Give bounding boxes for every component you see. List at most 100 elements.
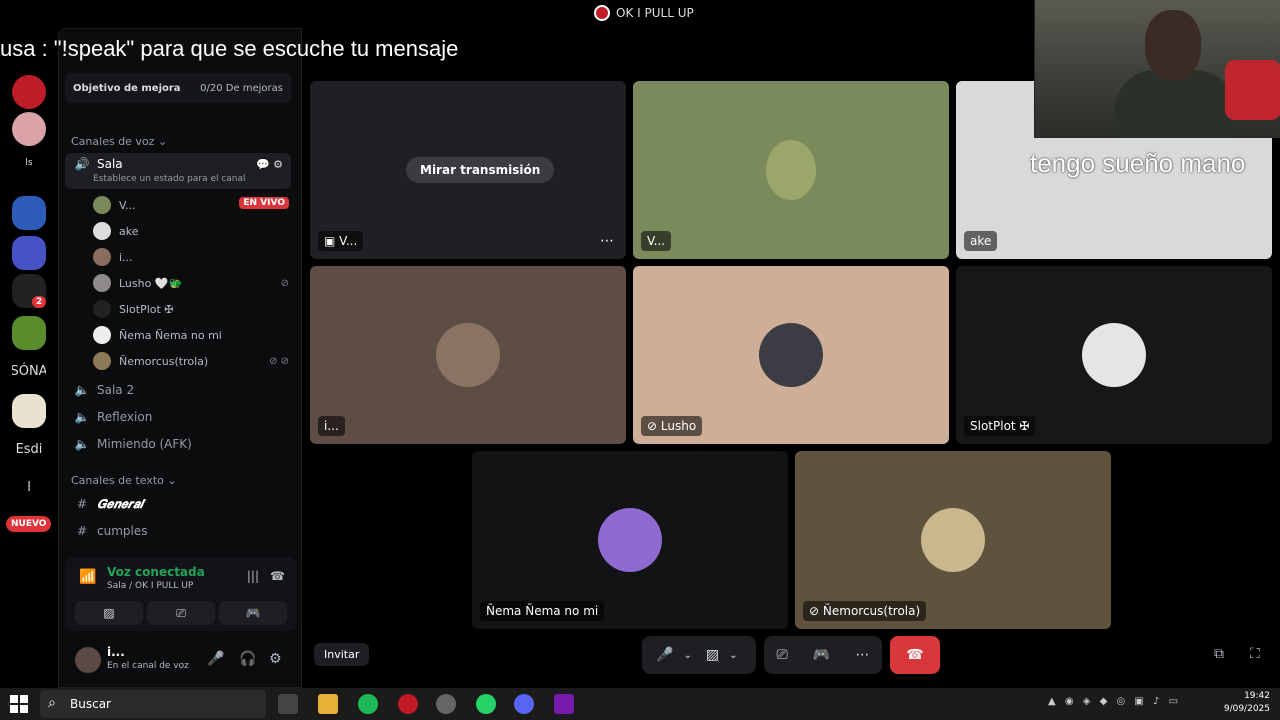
mic-video-controls: 🎤 ⌄ ▨ ⌄ (642, 636, 756, 674)
voice-member[interactable]: ake (93, 219, 289, 243)
signal-icon: 📶 (79, 569, 97, 585)
server-folder-icon[interactable] (12, 236, 46, 270)
activity-button[interactable]: 🎮 (219, 601, 287, 625)
file-explorer-icon[interactable] (318, 694, 338, 714)
noise-suppression-icon[interactable]: ||| (247, 569, 259, 583)
server-icon-rainbow[interactable] (12, 196, 46, 230)
participant-tile[interactable]: SlotPlot ✠ (956, 266, 1272, 444)
voice-member[interactable]: Lusho 🤍🐲 ⊘ (93, 271, 289, 295)
invite-button[interactable]: Invitar (314, 643, 370, 666)
participant-tile[interactable]: i... (310, 266, 626, 444)
boost-goal[interactable]: Objetivo de mejora 0/20 De mejoras (65, 73, 291, 103)
voice-member[interactable]: i... (93, 245, 289, 269)
member-name: SlotPlot ✠ (119, 302, 174, 316)
tile-name: Lusho (660, 419, 697, 433)
member-name: V... (119, 198, 136, 212)
stream-icon: ▣ (324, 234, 336, 248)
person-body (1115, 70, 1235, 138)
server-icon-esdi[interactable]: Esdi (12, 432, 46, 466)
voice-category[interactable]: Canales de voz ⌄ (71, 135, 167, 148)
headphones-icon[interactable]: 🎧 (239, 651, 256, 667)
participant-tile[interactable]: ⊘ Lusho (633, 266, 949, 444)
clock-time: 19:42 (1244, 691, 1270, 701)
participant-tile[interactable]: ⊘ Ñemorcus(trola) (795, 451, 1111, 629)
participant-tile[interactable]: Ñema Ñema no mi (472, 451, 788, 629)
voice-channel-sala-2[interactable]: 🔈 Sala 2 (65, 377, 291, 403)
participant-avatar (759, 323, 823, 387)
chatgpt-icon[interactable] (436, 694, 456, 714)
screen-share-icon[interactable]: ⎚ (777, 647, 788, 663)
server-icon-pig[interactable] (12, 112, 46, 146)
stream-tile[interactable]: Mirar transmisión ▣ V... ⋯ (310, 81, 626, 259)
voice-status-subtitle[interactable]: Sala / OK I PULL UP (107, 581, 193, 591)
spotify-icon[interactable] (358, 694, 378, 714)
search-icon: ⌕ (48, 695, 56, 711)
deafened-icon: ⊘ (809, 604, 820, 618)
microphone-icon[interactable]: 🎤 (656, 647, 673, 663)
watch-stream-button[interactable]: Mirar transmisión (406, 157, 555, 183)
text-category[interactable]: Canales de texto ⌄ (71, 474, 177, 487)
voice-member[interactable]: V... EN VIVO (93, 193, 289, 217)
voice-member[interactable]: SlotPlot ✠ (93, 297, 289, 321)
chevron-down-icon[interactable]: ⌄ (729, 650, 737, 661)
whatsapp-icon[interactable] (476, 694, 496, 714)
participant-tile[interactable]: V... (633, 81, 949, 259)
cam-caption: tengo sueño mano (1030, 148, 1246, 178)
voice-member[interactable]: Ñemorcus(trola) ⊘ ⊘ (93, 349, 289, 373)
avatar[interactable] (75, 647, 101, 673)
gear-icon[interactable]: ⚙ (269, 651, 282, 667)
microphone-icon[interactable]: 🎤 (207, 651, 224, 667)
phone-hangup-icon: ☎ (906, 647, 924, 663)
chevron-down-icon[interactable]: ⌄ (683, 650, 691, 661)
screen-share-icon: ⎚ (176, 605, 186, 620)
text-channel-cumples[interactable]: # cumples (65, 518, 291, 544)
avatar (93, 352, 111, 370)
server-icon-ls[interactable]: ls (12, 146, 46, 180)
user-name: i... (107, 645, 125, 659)
chat-icon[interactable]: 💬 ⚙ (256, 158, 283, 171)
system-tray-icons[interactable]: ▲ ◉ ◈ ◆ ◎ ▣ ♪ ▭ (1048, 696, 1181, 707)
server-icon-sona[interactable]: SÓNA (12, 354, 46, 388)
voice-channel-reflexion[interactable]: 🔈 Reflexion (65, 404, 291, 430)
server-icon-green[interactable] (12, 316, 46, 350)
clock-date: 9/09/2025 (1223, 704, 1270, 714)
voice-member[interactable]: Ñema Ñema no mi (93, 323, 289, 347)
server-icon-l[interactable]: l (12, 470, 46, 504)
avatar (93, 248, 111, 266)
task-view-icon[interactable] (278, 694, 298, 714)
disconnect-button[interactable]: ☎ (890, 636, 940, 674)
server-icon-duck[interactable] (12, 394, 46, 428)
screen-share-button[interactable]: ⎚ (147, 601, 215, 625)
user-panel: i... En el canal de voz 🎤 🎧 ⚙ (65, 637, 297, 683)
fullscreen-icon[interactable]: ⛶ (1250, 646, 1260, 662)
mention-badge: 2 (32, 296, 47, 308)
muted-icon: ⊘ (280, 277, 289, 289)
activity-controls: ⎚ 🎮 ⋯ (764, 636, 882, 674)
more-icon[interactable]: ⋯ (855, 647, 869, 663)
camera-off-button[interactable]: ▨ (75, 601, 143, 625)
text-category-label: Canales de texto (71, 474, 164, 487)
clock[interactable]: 19:42 9/09/2025 (1224, 690, 1270, 716)
camera-off-icon[interactable]: ▨ (706, 647, 719, 663)
disconnect-icon[interactable]: ☎ (270, 569, 285, 583)
member-name: ake (119, 224, 139, 238)
channel-status-prompt[interactable]: Establece un estado para el canal (93, 174, 246, 184)
tts-overlay-message: usa : "!speak" para que se escuche tu me… (0, 36, 459, 61)
popout-icon[interactable]: ⧉ (1214, 646, 1224, 662)
server-icon-opera[interactable] (12, 75, 46, 109)
taskbar-search[interactable]: ⌕ Buscar (40, 690, 266, 718)
avatar (93, 326, 111, 344)
voice-channel-afk[interactable]: 🔈 Mimiendo (AFK) (65, 431, 291, 457)
opera-icon[interactable] (398, 694, 418, 714)
channel-name: Sala 2 (97, 383, 135, 397)
onenote-icon[interactable] (554, 694, 574, 714)
voice-channel-sala[interactable]: 🔊 Sala Establece un estado para el canal… (65, 153, 291, 189)
text-channel-general[interactable]: # 𝑮𝒆𝒏𝒆𝒓𝒂𝒍 (65, 491, 291, 517)
more-icon[interactable]: ⋯ (600, 233, 614, 249)
discord-icon[interactable] (514, 694, 534, 714)
windows-taskbar: ⌕ Buscar ▲ ◉ ◈ ◆ ◎ ▣ ♪ ▭ 19:42 9/09/2025 (0, 688, 1280, 720)
gamepad-icon[interactable]: 🎮 (813, 647, 830, 663)
avatar (93, 300, 111, 318)
windows-start-icon[interactable] (10, 695, 28, 713)
tile-label: V... (641, 231, 672, 251)
